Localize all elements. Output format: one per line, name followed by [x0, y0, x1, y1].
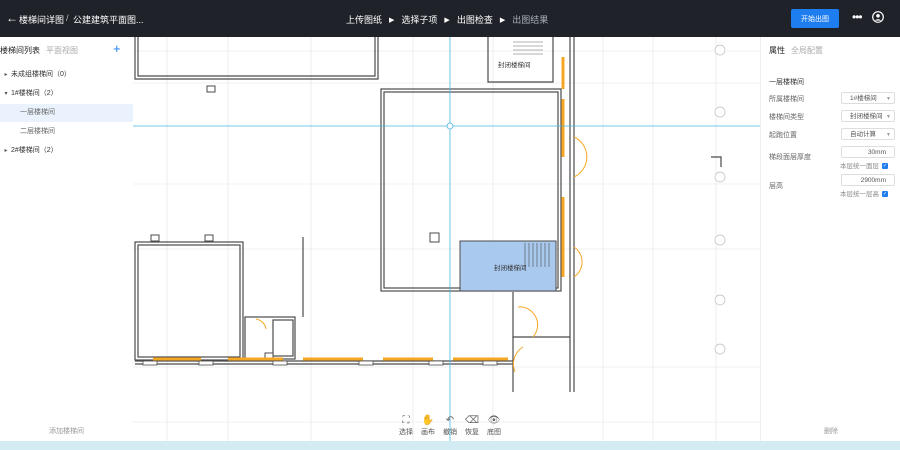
left-panel: 楼梯间列表 平面视图 + ▸ 未成组楼梯间（0） ▾ 1#楼梯间（2） 一层楼梯间 …	[0, 37, 134, 441]
select-tool[interactable]: ⛶ 选择	[396, 415, 416, 437]
eye-icon: 👁	[487, 415, 501, 426]
height-label: 层高	[769, 183, 783, 190]
step-result: 出图结果	[512, 15, 549, 25]
stair-select[interactable]: 1#楼梯间 ▼	[841, 92, 895, 104]
tree-item-floor-2[interactable]: 二层楼梯间	[0, 123, 133, 141]
tree-item-floor-1[interactable]: 一层楼梯间	[0, 104, 133, 122]
canvas-toolbar: ⛶ 选择 ✋ 画布 ↶ 撤销 ⌫ 恢复 👁 底图	[395, 415, 505, 437]
step-progress: 上传图纸 ▶ 选择子项 ▶ 出图检查 ▶ 出图结果	[346, 13, 548, 26]
start-output-button[interactable]: 开始出图	[791, 9, 839, 28]
room-label: 封闭楼梯间	[498, 62, 531, 69]
add-stair-button[interactable]: 添加楼梯间	[0, 426, 133, 436]
thickness-input[interactable]: 30mm	[841, 146, 895, 158]
step-arrow-icon: ▶	[499, 16, 506, 24]
chevron-down-icon: ▼	[886, 132, 891, 138]
undo-tool[interactable]: ↶ 撤销	[440, 415, 460, 437]
thickness-uniform-checkbox[interactable]: 本层统一面层 ✓	[840, 160, 888, 170]
more-icon[interactable]: •••	[852, 10, 863, 24]
plus-icon[interactable]: +	[113, 41, 121, 56]
drawing-canvas[interactable]: 封闭楼梯间 封闭楼梯间 ⛶ 选择 ✋ 画布 ↶ 撤销 ⌫ 恢复 👁 底图	[133, 37, 760, 441]
undo-icon: ↶	[445, 415, 455, 426]
breadcrumb-separator: /	[66, 13, 69, 23]
type-select[interactable]: 封闭楼梯间 ▼	[841, 110, 895, 122]
check-icon: ✓	[882, 163, 888, 170]
chevron-down-icon: ▼	[886, 96, 891, 102]
base-map-tool[interactable]: 👁 底图	[484, 415, 504, 437]
step-check: 出图检查	[456, 15, 493, 25]
tab-properties[interactable]: 属性	[769, 45, 785, 56]
start-select[interactable]: 自动计算 ▼	[841, 128, 895, 140]
page-title: 楼梯间详图	[19, 15, 65, 25]
hand-icon: ✋	[421, 415, 435, 426]
height-input[interactable]: 2900mm	[841, 174, 895, 186]
select-icon: ⛶	[402, 415, 410, 426]
right-panel: 属性 全局配置 一层楼梯间 所属楼梯间 1#楼梯间 ▼ 楼梯间类型 封闭楼梯间 ▼ …	[760, 37, 900, 441]
step-arrow-icon: ▶	[389, 16, 395, 24]
back-arrow-icon[interactable]: ←	[6, 11, 18, 25]
start-label: 起跑位置	[769, 132, 797, 139]
thickness-label: 梯段面层厚度	[769, 154, 811, 161]
tab-stair-list[interactable]: 楼梯间列表	[0, 45, 40, 56]
floor-plan	[133, 37, 760, 441]
pan-tool[interactable]: ✋ 画布	[418, 415, 438, 437]
caret-down-icon: ▾	[4, 91, 8, 97]
step-select: 选择子项	[401, 15, 438, 25]
check-icon: ✓	[882, 191, 888, 198]
step-arrow-icon: ▶	[444, 16, 450, 24]
delete-button[interactable]: 删除	[761, 426, 900, 436]
type-label: 楼梯间类型	[769, 114, 804, 121]
stair-label: 所属楼梯间	[769, 96, 804, 103]
room-label-highlighted: 封闭楼梯间	[494, 265, 527, 272]
tab-global-config[interactable]: 全局配置	[791, 45, 823, 56]
top-bar: ← 楼梯间详图 / 公建建筑平面图... 上传图纸 ▶ 选择子项 ▶ 出图检查 …	[0, 0, 900, 37]
redo-tool[interactable]: ⌫ 恢复	[462, 415, 482, 437]
tree-item-ungrouped[interactable]: ▸ 未成组楼梯间（0）	[0, 66, 133, 84]
caret-right-icon: ▸	[4, 148, 8, 154]
tab-plan-view[interactable]: 平面视图	[46, 45, 78, 56]
height-uniform-checkbox[interactable]: 本层统一层高 ✓	[840, 188, 888, 198]
file-name: 公建建筑平面图...	[73, 15, 144, 25]
bottom-strip	[0, 441, 900, 450]
section-title: 一层楼梯间	[769, 79, 804, 86]
step-upload: 上传图纸	[346, 15, 383, 25]
user-icon[interactable]	[872, 11, 884, 23]
chevron-down-icon: ▼	[886, 114, 891, 120]
redo-icon: ⌫	[464, 415, 480, 426]
tree-item-stair-1[interactable]: ▾ 1#楼梯间（2）	[0, 85, 133, 103]
tree-item-stair-2[interactable]: ▸ 2#楼梯间（2）	[0, 142, 133, 160]
caret-right-icon: ▸	[4, 72, 8, 78]
